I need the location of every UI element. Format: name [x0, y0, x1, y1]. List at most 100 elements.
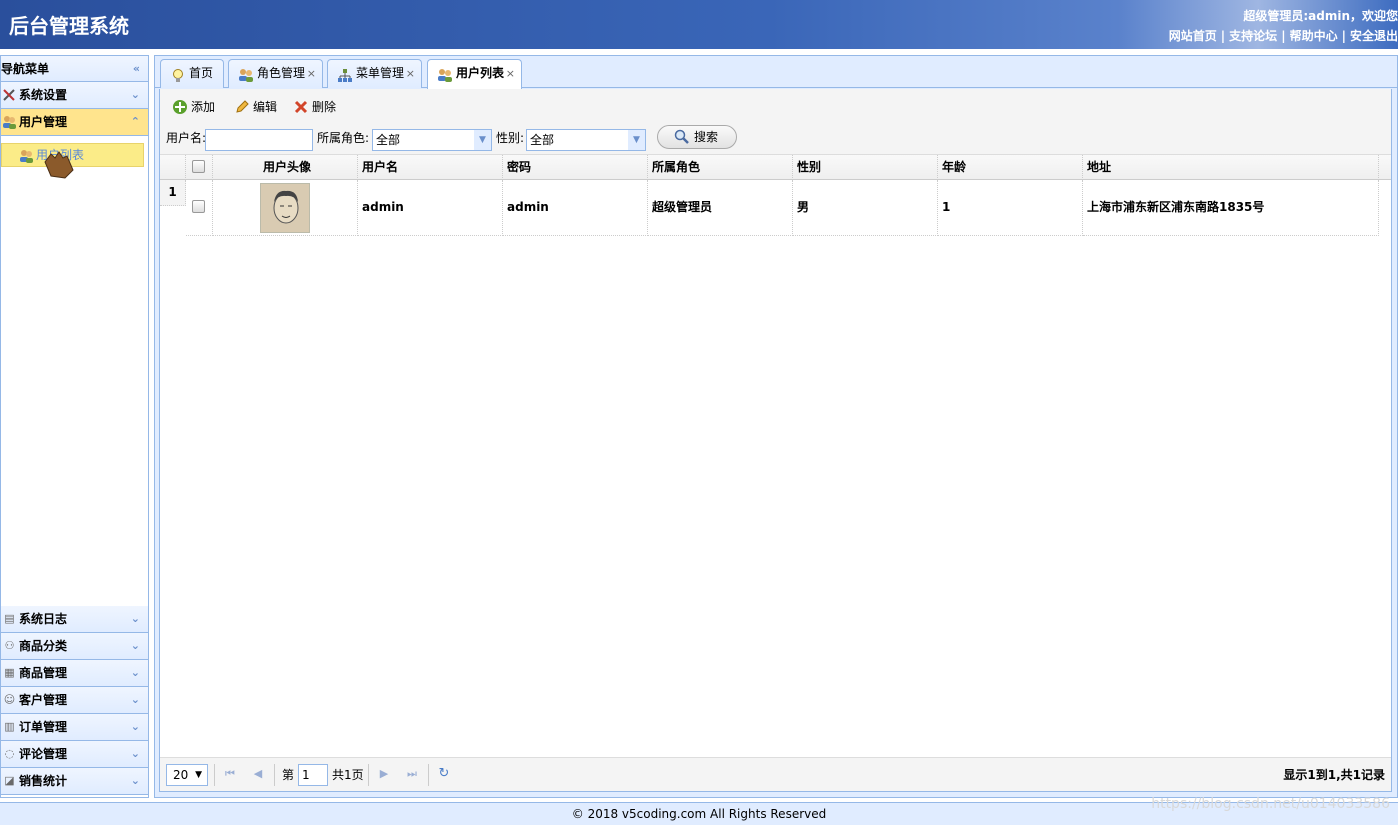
pager-divider: [368, 764, 369, 786]
close-icon[interactable]: ×: [506, 60, 515, 87]
page-prefix: 第: [282, 768, 295, 782]
page-number-input[interactable]: 1: [298, 764, 328, 786]
link-help[interactable]: 帮助中心: [1290, 29, 1338, 43]
toolbar: 添加 编辑 删除 用户名: 所属角色: 全部 ▼ 性别: 全部 ▼ 搜索: [160, 89, 1391, 155]
sidebar-section-sales[interactable]: ◪ 销售统计 ⌄: [1, 768, 148, 795]
username-label: 用户名:: [166, 131, 207, 145]
collapse-sidebar-icon[interactable]: «: [133, 56, 140, 82]
sidebar-section-product[interactable]: ▦ 商品管理 ⌄: [1, 660, 148, 687]
tab-menu-management[interactable]: 菜单管理 ×: [327, 59, 422, 88]
chevron-down-icon: ⌄: [130, 666, 140, 679]
sidebar-section-category[interactable]: ⚇ 商品分类 ⌄: [1, 633, 148, 660]
tab-label: 首页: [189, 66, 214, 80]
chevron-down-icon: ⌄: [130, 747, 140, 760]
sidebar-section-label: 商品分类: [19, 639, 68, 653]
chevron-down-icon: ⌄: [130, 720, 140, 733]
tab-bar: 首页 角色管理 × 菜单管理 × 用户列表 ×: [155, 56, 1397, 89]
add-button[interactable]: 添加: [172, 97, 215, 117]
cell-username: admin: [358, 180, 503, 236]
close-icon[interactable]: ×: [307, 60, 316, 87]
order-icon: ▥: [4, 720, 15, 733]
sidebar-section-label: 商品管理: [19, 666, 68, 680]
row-checkbox[interactable]: [192, 200, 205, 213]
chevron-down-icon: ▼: [195, 770, 202, 780]
row-select-cell: [186, 180, 213, 236]
search-label: 搜索: [694, 130, 719, 144]
column-header-password[interactable]: 密码: [503, 155, 648, 180]
users-icon: [19, 148, 34, 163]
chevron-down-icon: ⌄: [130, 693, 140, 706]
column-header-address[interactable]: 地址: [1083, 155, 1379, 180]
pager-divider: [428, 764, 429, 786]
column-header-username[interactable]: 用户名: [358, 155, 503, 180]
chevron-down-icon: ⌄: [130, 88, 140, 101]
sidebar-section-label: 订单管理: [19, 720, 68, 734]
refresh-icon[interactable]: ↻: [436, 766, 452, 782]
tab-label: 用户列表: [456, 66, 505, 80]
username-input[interactable]: [205, 129, 313, 151]
users-icon: [238, 66, 254, 82]
edit-label: 编辑: [253, 100, 278, 114]
tab-content: 添加 编辑 删除 用户名: 所属角色: 全部 ▼ 性别: 全部 ▼ 搜索 用户头…: [159, 89, 1392, 792]
select-all-checkbox[interactable]: [192, 160, 205, 173]
sidebar-section-label: 系统日志: [19, 612, 68, 626]
column-header-age[interactable]: 年龄: [938, 155, 1083, 180]
role-select[interactable]: 全部 ▼: [372, 129, 492, 151]
gender-select-value: 全部: [530, 133, 555, 147]
hand-cursor-icon: [39, 148, 79, 180]
sidebar-section-log[interactable]: ▤ 系统日志 ⌄: [1, 606, 148, 633]
page-size-value: 20: [173, 768, 189, 782]
page-size-select[interactable]: 20 ▼: [166, 764, 208, 786]
sidebar-section-comment[interactable]: ◌ 评论管理 ⌄: [1, 741, 148, 768]
column-header-avatar[interactable]: 用户头像: [213, 155, 358, 180]
search-icon: [674, 129, 690, 145]
tab-home[interactable]: 首页: [160, 59, 224, 88]
app-header: 后台管理系统 超级管理员:admin，欢迎您 网站首页 | 支持论坛 | 帮助中心 | 安全…: [0, 0, 1398, 49]
row-number: 1: [160, 180, 186, 206]
next-page-icon[interactable]: ▶: [376, 766, 392, 782]
users-icon: [437, 66, 453, 82]
customer-icon: ☺: [3, 693, 16, 706]
gender-select[interactable]: 全部 ▼: [526, 129, 646, 151]
link-logout[interactable]: 安全退出: [1350, 29, 1398, 43]
chevron-down-icon: ⌄: [130, 639, 140, 652]
pager-divider: [274, 764, 275, 786]
avatar: [260, 183, 310, 233]
chevron-down-icon[interactable]: ▼: [474, 130, 491, 150]
page-total: 共1页: [332, 768, 364, 782]
link-home[interactable]: 网站首页: [1169, 29, 1217, 43]
last-page-icon[interactable]: ⏭: [404, 766, 420, 782]
select-all-cell: [186, 155, 213, 180]
link-forum[interactable]: 支持论坛: [1229, 29, 1277, 43]
cell-address: 上海市浦东新区浦东南路1835号: [1083, 180, 1379, 236]
delete-label: 删除: [312, 100, 337, 114]
cell-role: 超级管理员: [648, 180, 793, 236]
sitemap-icon: [337, 66, 353, 82]
edit-button[interactable]: 编辑: [234, 97, 277, 117]
close-icon[interactable]: ×: [406, 60, 415, 87]
tab-user-list[interactable]: 用户列表 ×: [427, 59, 522, 89]
first-page-icon[interactable]: ⏮: [222, 766, 238, 782]
tab-label: 菜单管理: [356, 66, 405, 80]
sidebar-section-order[interactable]: ▥ 订单管理 ⌄: [1, 714, 148, 741]
sidebar-section-customer[interactable]: ☺ 客户管理 ⌄: [1, 687, 148, 714]
sidebar-section-system[interactable]: 系统设置 ⌄: [1, 82, 148, 109]
column-header-role[interactable]: 所属角色: [648, 155, 793, 180]
sidebar-bottom-sections: ▤ 系统日志 ⌄ ⚇ 商品分类 ⌄ ▦ 商品管理 ⌄ ☺ 客户管理 ⌄ ▥ 订单管理 ⌄ ◌ 评论管理…: [1, 606, 148, 795]
delete-button[interactable]: 删除: [293, 97, 336, 117]
sidebar-title: 导航菜单: [1, 62, 50, 76]
tab-role-management[interactable]: 角色管理 ×: [228, 59, 323, 88]
search-button[interactable]: 搜索: [657, 125, 737, 149]
avatar-cell: [213, 180, 358, 236]
column-header-gender[interactable]: 性别: [793, 155, 938, 180]
rownum-header: [160, 155, 186, 180]
prev-page-icon[interactable]: ◀: [250, 766, 266, 782]
sidebar-section-label: 销售统计: [19, 774, 68, 788]
sidebar-section-users[interactable]: 用户管理 ⌃: [1, 109, 148, 136]
users-icon: [2, 115, 17, 129]
bulb-icon: [170, 66, 186, 82]
sidebar-section-label: 客户管理: [19, 693, 68, 707]
chevron-up-icon: ⌃: [130, 115, 140, 128]
pager: 20 ▼ ⏮ ◀ 第 1 共1页 ▶ ⏭ ↻ 显示1到1,共1记录: [160, 757, 1391, 791]
chevron-down-icon[interactable]: ▼: [628, 130, 645, 150]
